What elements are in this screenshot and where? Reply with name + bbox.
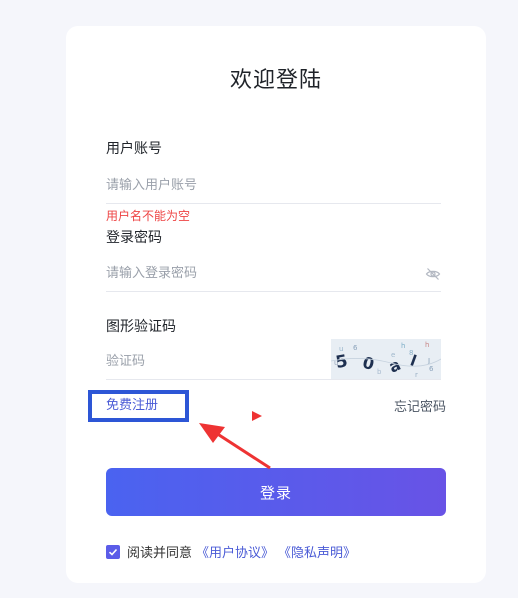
- page-title: 欢迎登陆: [229, 68, 322, 93]
- svg-text:r: r: [415, 371, 418, 379]
- agreement-row: 阅读并同意 《用户协议》 《隐私声明》: [106, 542, 356, 561]
- forgot-password-link[interactable]: 忘记密码: [394, 396, 446, 415]
- agree-checkbox[interactable]: [106, 544, 120, 559]
- svg-text:b: b: [377, 368, 382, 376]
- user-agreement-link[interactable]: 《用户协议》: [196, 542, 274, 561]
- svg-text:h: h: [401, 342, 405, 350]
- captcha-field: h h u 6 e 8 u J 6 b r 5 0 a l: [106, 339, 441, 380]
- privacy-link[interactable]: 《隐私声明》: [278, 542, 356, 561]
- agree-text: 阅读并同意: [127, 546, 193, 561]
- page: 欢迎登陆 用户账号 用户名不能为空 登录密码 图形验证码 h h: [0, 0, 518, 598]
- username-field: [106, 168, 441, 204]
- register-link[interactable]: 免费注册: [88, 390, 189, 422]
- username-error: 用户名不能为空: [106, 209, 191, 223]
- username-label: 用户账号: [106, 141, 162, 157]
- svg-text:6: 6: [429, 365, 434, 373]
- captcha-label: 图形验证码: [106, 319, 176, 335]
- username-input[interactable]: [106, 168, 441, 203]
- svg-text:6: 6: [353, 344, 358, 352]
- password-input[interactable]: [106, 256, 441, 291]
- password-field: [106, 256, 441, 292]
- eye-hidden-icon[interactable]: [425, 266, 441, 282]
- login-card: 欢迎登陆 用户账号 用户名不能为空 登录密码 图形验证码 h h: [66, 26, 486, 583]
- captcha-input[interactable]: [106, 344, 326, 379]
- password-label: 登录密码: [106, 230, 162, 246]
- captcha-image[interactable]: h h u 6 e 8 u J 6 b r 5 0 a l: [331, 339, 441, 379]
- red-marker: [252, 411, 262, 421]
- svg-text:h: h: [425, 341, 429, 349]
- login-button[interactable]: 登录: [106, 468, 446, 516]
- check-icon: [108, 548, 118, 556]
